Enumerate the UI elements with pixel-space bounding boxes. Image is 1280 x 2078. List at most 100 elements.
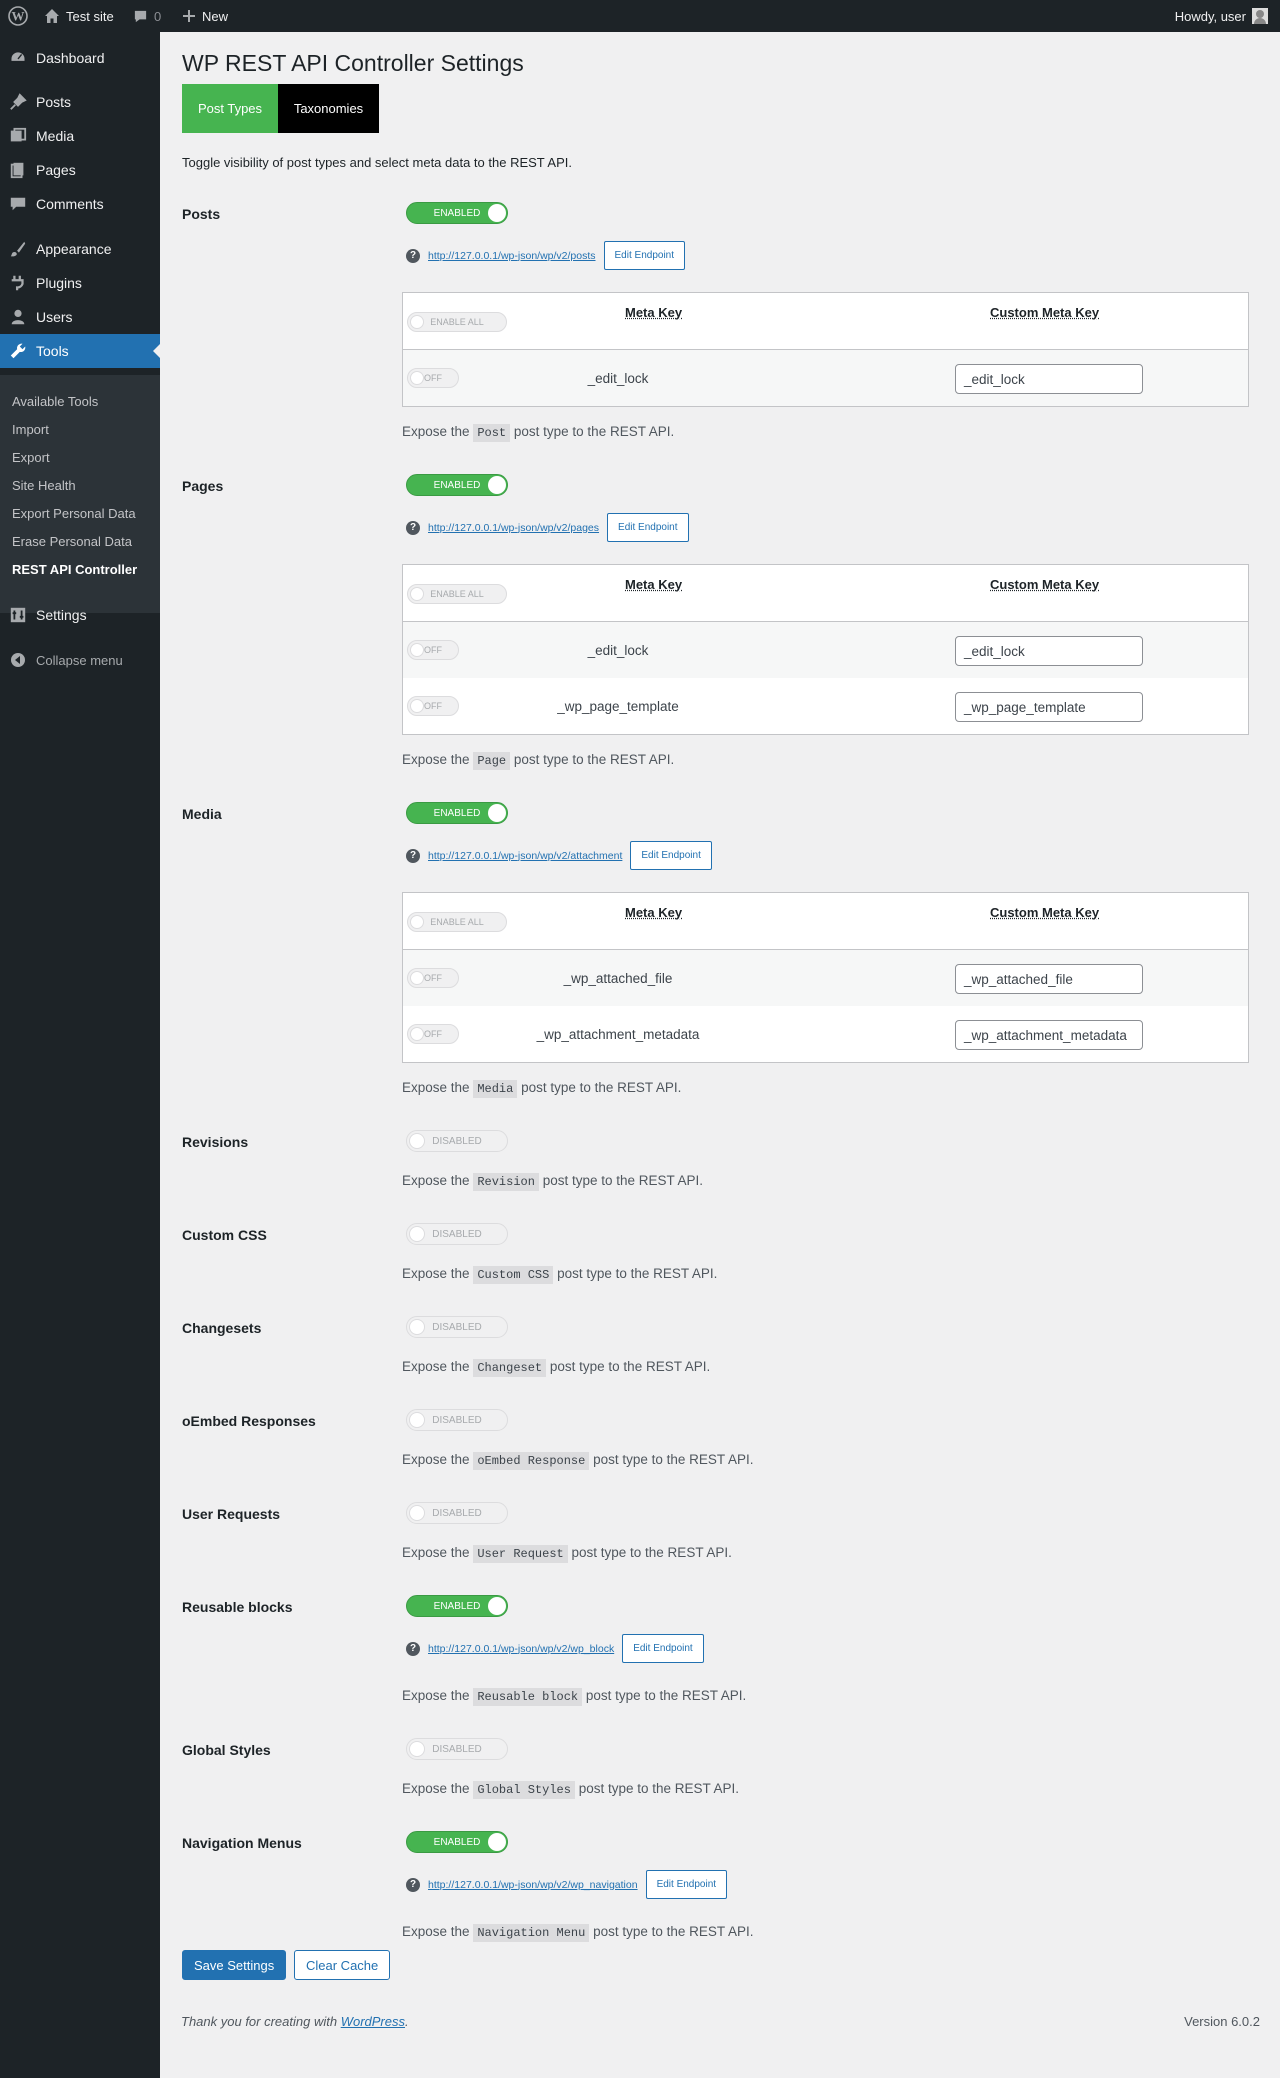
- media-endpoint-link[interactable]: http://127.0.0.1/wp-json/wp/v2/attachmen…: [428, 850, 622, 862]
- posts-description: Expose the Post post type to the REST AP…: [402, 424, 675, 442]
- desc-prefix: Expose the: [402, 1452, 470, 1467]
- dashboard-icon: [0, 49, 36, 67]
- submenu-item-site-health[interactable]: Site Health: [12, 478, 76, 493]
- post-type-code: Global Styles: [473, 1781, 575, 1799]
- toggle-label: ENABLED: [433, 1600, 481, 1612]
- navigation-menus-endpoint-link[interactable]: http://127.0.0.1/wp-json/wp/v2/wp_naviga…: [428, 1879, 638, 1891]
- enable-all-toggle[interactable]: ENABLE ALL: [407, 312, 507, 332]
- toggle-label: DISABLED: [432, 1135, 482, 1147]
- meta-key: _edit_lock: [587, 642, 649, 658]
- sidebar-item-tools[interactable]: Tools: [0, 334, 161, 368]
- submenu-item-erase-personal-data[interactable]: Erase Personal Data: [12, 534, 132, 549]
- sidebar-item-comments[interactable]: Comments: [0, 187, 160, 221]
- user-requests-toggle[interactable]: DISABLED: [406, 1502, 508, 1524]
- sidebar-item-settings[interactable]: Settings: [0, 598, 160, 632]
- tab-taxonomies[interactable]: Taxonomies: [278, 84, 379, 133]
- tab-post-types[interactable]: Post Types: [182, 84, 278, 133]
- submenu-item-rest-api-controller[interactable]: REST API Controller: [12, 562, 137, 577]
- admin-sidebar: Dashboard Posts Media Pages Comments App…: [0, 32, 161, 2078]
- help-icon[interactable]: ?: [406, 1641, 420, 1656]
- posts-endpoint-link[interactable]: http://127.0.0.1/wp-json/wp/v2/posts: [428, 250, 596, 262]
- sidebar-item-plugins[interactable]: Plugins: [0, 266, 160, 300]
- collapse-arrow-icon: [0, 652, 36, 668]
- custom-css-toggle[interactable]: DISABLED: [406, 1223, 508, 1245]
- reusable-blocks-edit-endpoint-button[interactable]: Edit Endpoint: [622, 1634, 704, 1663]
- submenu-item-export-personal-data[interactable]: Export Personal Data: [12, 506, 136, 521]
- help-icon[interactable]: ?: [406, 1877, 420, 1892]
- wordpress-logo-icon[interactable]: W: [8, 0, 28, 32]
- custom-meta-key-input[interactable]: _wp_attachment_metadata: [955, 1020, 1143, 1050]
- posts-toggle[interactable]: ENABLED: [406, 202, 508, 224]
- toggle-label: ENABLE ALL: [430, 589, 484, 599]
- global-styles-toggle[interactable]: DISABLED: [406, 1738, 508, 1760]
- reusable-blocks-description: Expose the Reusable block post type to t…: [402, 1688, 746, 1706]
- reusable-blocks-endpoint-link[interactable]: http://127.0.0.1/wp-json/wp/v2/wp_block: [428, 1643, 614, 1655]
- meta-toggle[interactable]: OFF: [407, 640, 459, 660]
- help-icon[interactable]: ?: [406, 248, 420, 263]
- section-label-changesets: Changesets: [182, 1320, 262, 1336]
- avatar: [1252, 8, 1268, 24]
- media-edit-endpoint-button[interactable]: Edit Endpoint: [630, 841, 712, 870]
- sidebar-item-media[interactable]: Media: [0, 119, 160, 153]
- desc-suffix: post type to the REST API.: [549, 1359, 711, 1374]
- section-label-user-requests: User Requests: [182, 1506, 281, 1522]
- sidebar-item-label: Pages: [36, 162, 76, 178]
- footer-period: .: [405, 2014, 409, 2029]
- meta-toggle[interactable]: OFF: [407, 696, 459, 716]
- site-name-link[interactable]: Test site: [44, 0, 114, 32]
- meta-toggle[interactable]: OFF: [407, 968, 459, 988]
- enable-all-toggle[interactable]: ENABLE ALL: [407, 584, 507, 604]
- oembed-toggle[interactable]: DISABLED: [406, 1409, 508, 1431]
- sidebar-item-pages[interactable]: Pages: [0, 153, 160, 187]
- home-icon: [45, 9, 59, 23]
- submenu-item-available-tools[interactable]: Available Tools: [12, 394, 98, 409]
- media-toggle[interactable]: ENABLED: [406, 802, 508, 824]
- custom-meta-key-input[interactable]: _wp_attached_file: [955, 964, 1143, 994]
- navigation-menus-toggle[interactable]: ENABLED: [406, 1831, 508, 1853]
- sidebar-item-posts[interactable]: Posts: [0, 85, 160, 119]
- navigation-menus-edit-endpoint-button[interactable]: Edit Endpoint: [645, 1870, 728, 1899]
- account-menu[interactable]: Howdy, user: [1175, 0, 1268, 32]
- meta-table-header: ENABLE ALL Meta Key Custom Meta Key: [403, 893, 1248, 950]
- enable-all-toggle[interactable]: ENABLE ALL: [407, 912, 507, 932]
- pages-endpoint-link[interactable]: http://127.0.0.1/wp-json/wp/v2/pages: [428, 522, 599, 534]
- desc-prefix: Expose the: [402, 1173, 470, 1188]
- wordpress-link[interactable]: WordPress: [341, 2014, 405, 2029]
- custom-meta-key-input[interactable]: _edit_lock: [955, 636, 1143, 666]
- pages-meta-table: ENABLE ALL Meta Key Custom Meta Key OFF …: [402, 564, 1249, 735]
- desc-prefix: Expose the: [402, 424, 470, 439]
- post-type-code: Custom CSS: [473, 1266, 554, 1284]
- footer-thanks-text: Thank you for creating with: [181, 2014, 338, 2029]
- submenu-item-import[interactable]: Import: [12, 422, 49, 437]
- pages-toggle[interactable]: ENABLED: [406, 474, 508, 496]
- pages-edit-endpoint-button[interactable]: Edit Endpoint: [607, 513, 689, 542]
- sidebar-item-dashboard[interactable]: Dashboard: [0, 41, 160, 75]
- custom-meta-key-input[interactable]: _wp_page_template: [955, 692, 1143, 722]
- help-icon[interactable]: ?: [406, 520, 420, 535]
- revisions-toggle[interactable]: DISABLED: [406, 1130, 508, 1152]
- media-endpoint: ? http://127.0.0.1/wp-json/wp/v2/attachm…: [406, 841, 712, 870]
- sidebar-item-users[interactable]: Users: [0, 300, 160, 334]
- desc-suffix: post type to the REST API.: [513, 424, 675, 439]
- reusable-blocks-toggle[interactable]: ENABLED: [406, 1595, 508, 1617]
- toggle-label: DISABLED: [432, 1321, 482, 1333]
- comments-link[interactable]: 0: [133, 0, 161, 32]
- toggle-label: ENABLED: [433, 807, 481, 819]
- meta-toggle[interactable]: OFF: [407, 368, 459, 388]
- save-settings-button[interactable]: Save Settings: [182, 1950, 287, 1980]
- meta-toggle[interactable]: OFF: [407, 1024, 459, 1044]
- posts-edit-endpoint-button[interactable]: Edit Endpoint: [603, 241, 686, 270]
- toggle-label: DISABLED: [432, 1507, 482, 1519]
- sidebar-item-appearance[interactable]: Appearance: [0, 232, 160, 266]
- sidebar-item-label: Users: [36, 309, 73, 325]
- custom-meta-key-input[interactable]: _edit_lock: [955, 364, 1143, 394]
- users-icon: [0, 308, 36, 326]
- clear-cache-button[interactable]: Clear Cache: [294, 1950, 391, 1980]
- new-content-link[interactable]: New: [182, 0, 228, 32]
- collapse-menu-button[interactable]: Collapse menu: [0, 652, 123, 668]
- submenu-item-export[interactable]: Export: [12, 450, 50, 465]
- changesets-toggle[interactable]: DISABLED: [406, 1316, 508, 1338]
- global-styles-description: Expose the Global Styles post type to th…: [402, 1781, 739, 1799]
- post-type-code: Reusable block: [473, 1688, 583, 1706]
- help-icon[interactable]: ?: [406, 848, 420, 863]
